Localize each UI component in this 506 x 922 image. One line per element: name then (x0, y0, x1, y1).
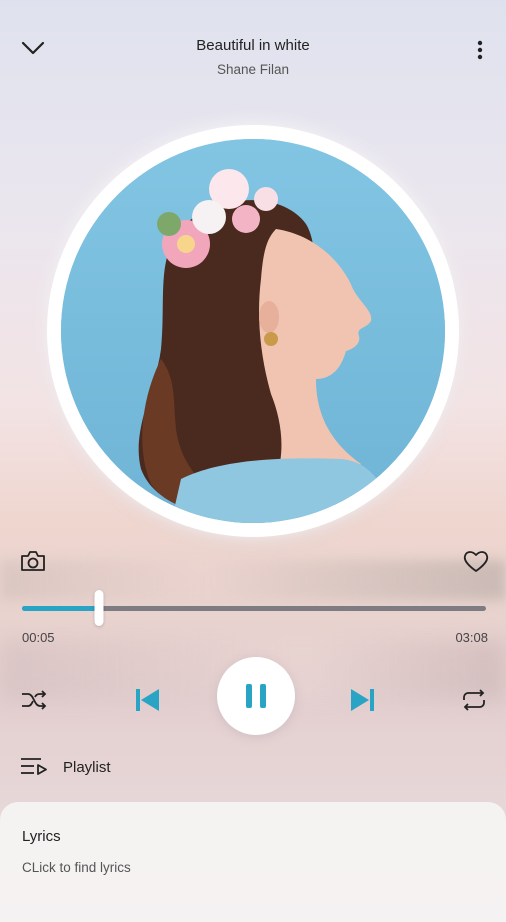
total-duration: 03:08 (455, 630, 488, 645)
more-vertical-icon[interactable] (470, 38, 490, 62)
skip-previous-icon[interactable] (130, 683, 164, 717)
background-band (0, 560, 506, 600)
repeat-icon[interactable] (458, 685, 490, 715)
song-title: Beautiful in white (196, 37, 310, 54)
skip-next-icon[interactable] (346, 683, 380, 717)
seek-bar[interactable] (22, 590, 486, 626)
pause-button[interactable] (217, 657, 295, 735)
lyrics-title: Lyrics (22, 828, 61, 845)
find-lyrics-link[interactable]: CLick to find lyrics (22, 860, 131, 875)
seek-thumb[interactable] (94, 590, 104, 626)
heart-icon[interactable] (461, 547, 491, 575)
album-art (61, 139, 445, 523)
player-header: Beautiful in white Shane Filan (0, 0, 506, 90)
lyrics-panel[interactable]: Lyrics CLick to find lyrics (0, 802, 506, 922)
seek-bar-progress (22, 606, 99, 611)
playlist-icon (21, 758, 47, 775)
artist-name: Shane Filan (216, 62, 290, 77)
camera-icon[interactable] (18, 547, 48, 575)
playlist-button[interactable]: Playlist (20, 756, 111, 778)
elapsed-time: 00:05 (22, 630, 55, 645)
album-art-frame (47, 125, 459, 537)
pause-icon (246, 684, 266, 708)
playlist-label: Playlist (63, 758, 111, 776)
shuffle-icon[interactable] (18, 685, 50, 715)
